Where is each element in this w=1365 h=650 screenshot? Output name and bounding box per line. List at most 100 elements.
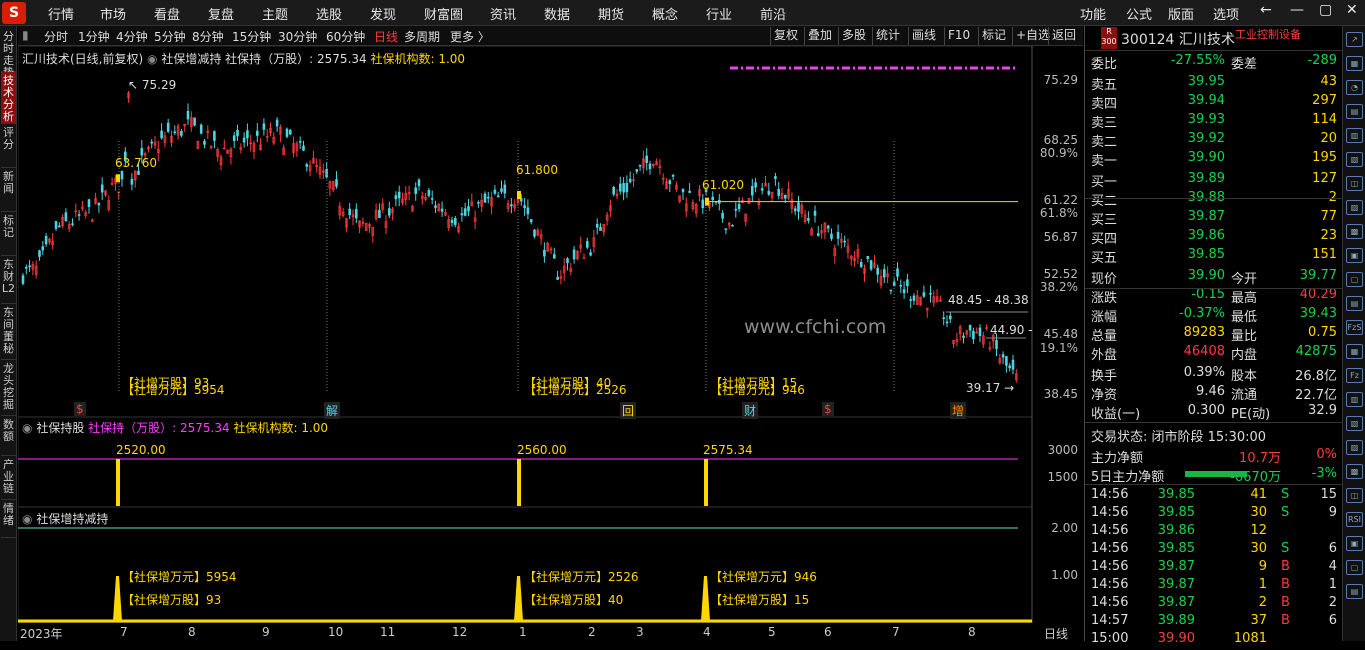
left-tab[interactable]: 分时走势 bbox=[1, 28, 16, 79]
left-tab[interactable]: 技术分析 bbox=[1, 72, 16, 124]
period-tab[interactable]: 30分钟 bbox=[278, 28, 317, 45]
menu-item[interactable]: 行业 bbox=[706, 4, 732, 23]
tool-icon[interactable]: ▣ bbox=[1346, 536, 1363, 551]
industry-tag[interactable]: 工业控制设备 bbox=[1235, 26, 1301, 42]
menu-item[interactable]: 资讯 bbox=[490, 4, 516, 23]
menu-item[interactable]: 财富圈 bbox=[424, 4, 463, 23]
y-axis-label: 1.00 bbox=[1051, 568, 1078, 582]
menu-item[interactable]: 选项 bbox=[1213, 4, 1239, 23]
event-marker-icon[interactable]: $ bbox=[74, 402, 86, 416]
left-tab[interactable]: 东财L2 bbox=[1, 256, 16, 304]
tool-icon[interactable]: ▩ bbox=[1346, 224, 1363, 239]
tool-icon[interactable]: ▤ bbox=[1346, 296, 1363, 311]
tool-icon[interactable]: ▣ bbox=[1346, 248, 1363, 263]
tool-icon[interactable]: FzS bbox=[1346, 320, 1363, 335]
left-tab[interactable]: 东间董秘 bbox=[1, 304, 16, 360]
period-tab[interactable]: 5分钟 bbox=[154, 28, 186, 45]
menu-item[interactable]: 概念 bbox=[652, 4, 678, 23]
period-indicator[interactable]: 日线 bbox=[1044, 625, 1068, 642]
menu-item[interactable]: 选股 bbox=[316, 4, 342, 23]
menu-item[interactable]: 发现 bbox=[370, 4, 396, 23]
indicator-toggle-icon[interactable]: ◉ bbox=[147, 52, 157, 66]
menu-item[interactable]: 功能 bbox=[1080, 4, 1106, 23]
event-marker-icon[interactable]: 回 bbox=[620, 402, 637, 419]
tool-icon[interactable]: ▥ bbox=[1346, 392, 1363, 407]
tool-icon[interactable]: RSI bbox=[1346, 512, 1363, 527]
menu-item[interactable]: 公式 bbox=[1126, 4, 1152, 23]
menu-item[interactable]: 期货 bbox=[598, 4, 624, 23]
menu-item[interactable]: 看盘 bbox=[154, 4, 180, 23]
tool-icon[interactable]: ◔ bbox=[1346, 80, 1363, 95]
period-tab[interactable]: 日线 bbox=[374, 28, 398, 45]
period-tab[interactable]: 15分钟 bbox=[232, 28, 271, 45]
period-tab[interactable]: 多周期 bbox=[404, 28, 440, 45]
period-tab[interactable]: 分时 bbox=[44, 28, 68, 45]
close-icon[interactable]: ✕ bbox=[1346, 2, 1358, 18]
quote-cell: 买二 bbox=[1091, 194, 1118, 209]
toolbar-button[interactable]: 标记 bbox=[978, 27, 1009, 45]
back-icon[interactable]: ← bbox=[1260, 2, 1272, 18]
tool-icon[interactable]: ◫ bbox=[1346, 176, 1363, 191]
tool-icon[interactable]: ◫ bbox=[1346, 488, 1363, 503]
period-tab[interactable]: 8分钟 bbox=[192, 28, 224, 45]
menu-item[interactable]: 复盘 bbox=[208, 4, 234, 23]
menu-item[interactable]: 市场 bbox=[100, 4, 126, 23]
left-tab[interactable]: 标记 bbox=[1, 212, 16, 256]
left-tab[interactable]: 评分 bbox=[1, 124, 16, 168]
indicator-toggle-icon[interactable]: ◉ bbox=[22, 421, 32, 435]
tool-icon[interactable]: ▧ bbox=[1346, 416, 1363, 431]
tool-icon[interactable]: ▦ bbox=[1346, 56, 1363, 71]
tool-icon[interactable]: ▩ bbox=[1346, 464, 1363, 479]
tool-icon[interactable]: ▦ bbox=[1346, 344, 1363, 359]
toolbar-button[interactable]: 画线 bbox=[908, 27, 939, 45]
kline-chart[interactable] bbox=[18, 46, 1083, 641]
toolbar-expand-icon[interactable]: ▮ bbox=[22, 28, 29, 42]
period-tab[interactable]: 1分钟 bbox=[78, 28, 110, 45]
toolbar-button[interactable]: 叠加 bbox=[804, 27, 835, 45]
tool-icon[interactable]: ▤ bbox=[1346, 104, 1363, 119]
tool-icon[interactable]: ▧ bbox=[1346, 152, 1363, 167]
toolbar-button[interactable]: +自选 bbox=[1012, 27, 1053, 45]
indicator-toggle-icon[interactable]: ◉ bbox=[22, 512, 32, 526]
app-logo[interactable]: S bbox=[2, 2, 26, 24]
menu-item[interactable]: 行情 bbox=[48, 4, 74, 23]
event-marker-icon[interactable]: $ bbox=[822, 402, 834, 416]
left-tab[interactable]: 龙头挖掘 bbox=[1, 360, 16, 416]
toolbar-button[interactable]: 多股 bbox=[838, 27, 869, 45]
ask-row: 卖二 39.92 20 bbox=[1085, 131, 1342, 150]
toolbar-button[interactable]: F10 bbox=[944, 27, 973, 45]
tool-icon[interactable]: Fz bbox=[1346, 368, 1363, 383]
menu-item[interactable]: 数据 bbox=[544, 4, 570, 23]
chart-area[interactable]: 汇川技术(日线,前复权) ◉ 社保增减持 社保持（万股）: 2575.34 社保… bbox=[18, 46, 1083, 641]
menu-item[interactable]: 版面 bbox=[1168, 4, 1194, 23]
left-tab[interactable]: 数额 bbox=[1, 416, 16, 456]
tool-icon[interactable]: ▥ bbox=[1346, 128, 1363, 143]
toolbar-button[interactable]: 统计 bbox=[872, 27, 903, 45]
tool-icon[interactable]: ↗ bbox=[1346, 32, 1363, 47]
menu-item[interactable]: 前沿 bbox=[760, 4, 786, 23]
event-marker-icon[interactable]: 解 bbox=[324, 402, 341, 419]
quote-cell: 39.89 bbox=[1157, 613, 1195, 628]
menu-item[interactable]: 主题 bbox=[262, 4, 288, 23]
period-tab[interactable]: 4分钟 bbox=[116, 28, 148, 45]
maximize-icon[interactable]: ▢ bbox=[1319, 2, 1332, 18]
left-tab[interactable]: 新闻 bbox=[1, 168, 16, 212]
quote-cell: 14:56 bbox=[1091, 505, 1129, 520]
candle-body bbox=[711, 196, 715, 201]
tool-icon[interactable]: ▨ bbox=[1346, 440, 1363, 455]
toolbar-button[interactable]: 返回 bbox=[1048, 27, 1079, 45]
tool-icon[interactable]: ▢ bbox=[1346, 272, 1363, 287]
tool-icon[interactable]: ▢ bbox=[1346, 560, 1363, 575]
event-marker-icon[interactable]: 财 bbox=[742, 402, 759, 419]
tool-icon[interactable]: ▨ bbox=[1346, 200, 1363, 215]
toolbar-button[interactable]: 复权 bbox=[770, 27, 801, 45]
period-tab[interactable]: 60分钟 bbox=[326, 28, 365, 45]
event-marker-icon[interactable]: 增 bbox=[950, 402, 967, 419]
minimize-icon[interactable]: — bbox=[1290, 2, 1304, 18]
quote-cell: 0% bbox=[1316, 447, 1337, 462]
left-tab[interactable]: 产业链 bbox=[1, 456, 16, 500]
tool-icon[interactable]: ▤ bbox=[1346, 584, 1363, 599]
period-tab[interactable]: 更多 〉 bbox=[450, 28, 490, 45]
left-tab[interactable]: 情绪 bbox=[1, 500, 16, 538]
quote-cell: 1081 bbox=[1233, 631, 1267, 646]
